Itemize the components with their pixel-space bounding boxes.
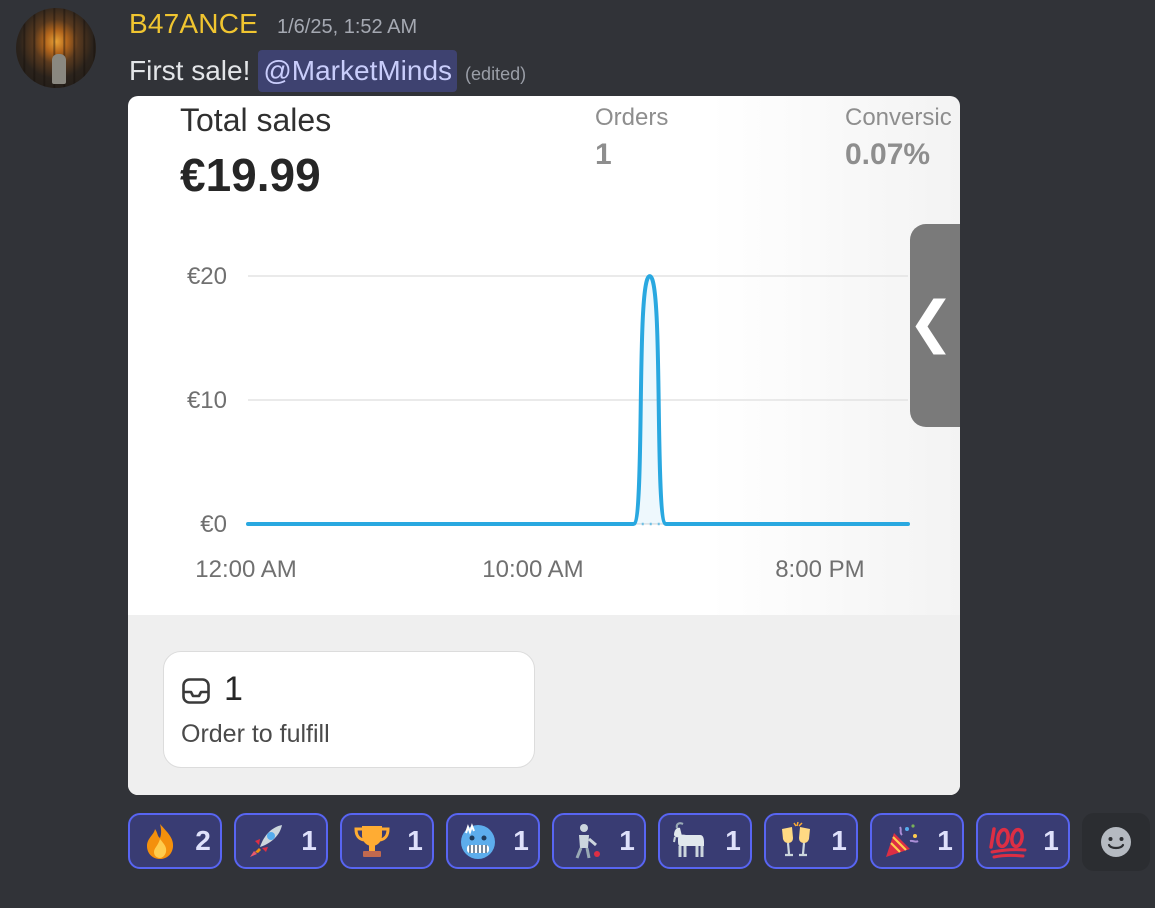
fire-icon	[139, 820, 181, 862]
attachment-image[interactable]: Total sales €19.99 Orders 1 Conversic 0.…	[128, 96, 960, 795]
avatar-figure	[52, 54, 66, 84]
user-mention[interactable]: @MarketMinds	[258, 50, 458, 92]
x-tick-label: 10:00 AM	[482, 556, 583, 583]
user-avatar[interactable]	[16, 8, 96, 88]
username[interactable]: B47ANCE	[129, 8, 258, 40]
x-tick-label: 12:00 AM	[195, 556, 296, 583]
reaction-count: 1	[1043, 825, 1059, 856]
reaction-count: 1	[937, 825, 953, 856]
reaction-count: 1	[725, 825, 741, 856]
rocket-icon	[245, 820, 287, 862]
hundred-points-icon	[987, 820, 1029, 862]
trophy-icon	[351, 820, 393, 862]
goat-icon	[669, 820, 711, 862]
reaction-count: 1	[513, 825, 529, 856]
y-tick-label: €0	[200, 511, 227, 538]
reaction-person[interactable]: 1	[552, 813, 646, 869]
reaction-trophy[interactable]: 1	[340, 813, 434, 869]
reaction-party-popper[interactable]: 1	[870, 813, 964, 869]
reaction-count: 1	[407, 825, 423, 856]
cold-face-icon	[457, 820, 499, 862]
sales-chart: €0 €10 €20 12:00 AM 10:00 AM 8:00 PM	[187, 263, 910, 583]
message-content: First sale! @MarketMinds (edited)	[129, 50, 526, 92]
reaction-count: 1	[619, 825, 635, 856]
party-popper-icon	[881, 820, 923, 862]
reaction-cold-face[interactable]: 1	[446, 813, 540, 869]
clinking-glasses-icon	[775, 820, 817, 862]
y-tick-label: €10	[187, 387, 227, 414]
reaction-count: 1	[301, 825, 317, 856]
order-to-fulfill-card[interactable]: 1 Order to fulfill	[163, 651, 535, 768]
reaction-goat[interactable]: 1	[658, 813, 752, 869]
reaction-rocket[interactable]: 1	[234, 813, 328, 869]
reaction-clinking-glasses[interactable]: 1	[764, 813, 858, 869]
smiley-icon	[1101, 827, 1131, 857]
reaction-count: 1	[831, 825, 847, 856]
fulfill-count: 1	[224, 670, 243, 708]
person-icon	[563, 820, 605, 862]
reaction-fire[interactable]: 2	[128, 813, 222, 869]
side-tab[interactable]: ❮	[907, 224, 960, 427]
edited-label: (edited)	[465, 63, 527, 84]
inbox-icon	[182, 678, 210, 704]
fulfill-label: Order to fulfill	[181, 720, 330, 748]
y-tick-label: €20	[187, 263, 227, 290]
message-text: First sale!	[129, 55, 251, 86]
chevron-left-icon: ❮	[907, 290, 955, 355]
message-timestamp[interactable]: 1/6/25, 1:52 AM	[277, 16, 417, 39]
add-reaction-button[interactable]	[1082, 813, 1150, 871]
reaction-count: 2	[195, 825, 211, 856]
x-tick-label: 8:00 PM	[775, 556, 864, 583]
reaction-hundred-points[interactable]: 1	[976, 813, 1070, 869]
